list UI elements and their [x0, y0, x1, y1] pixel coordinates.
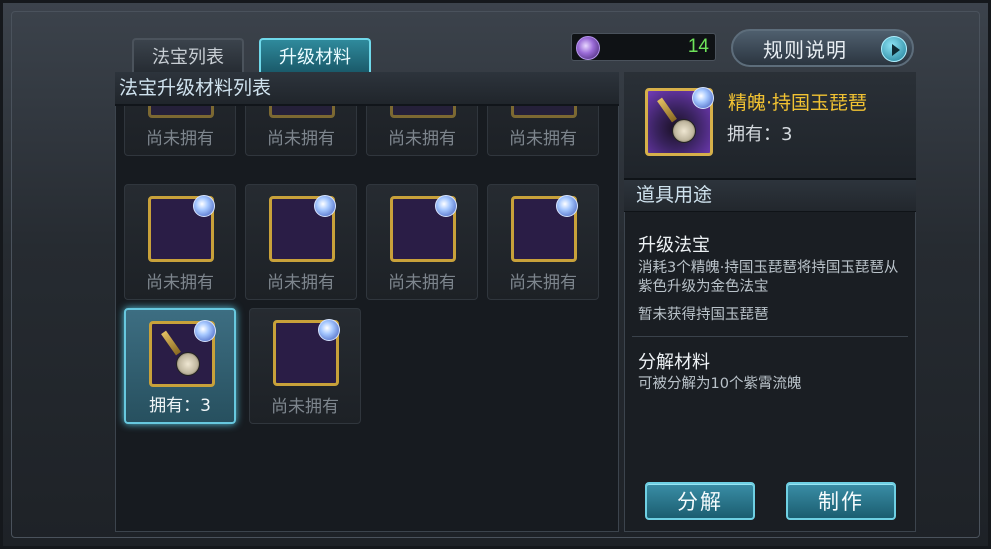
upgrade-section-title: 升级法宝 [638, 235, 710, 256]
item-name: 精魄·持国玉琵琶 [728, 92, 868, 114]
material-slot[interactable]: 尚未拥有 [245, 184, 357, 300]
pipa-icon [149, 320, 216, 387]
sword-icon [269, 195, 336, 262]
material-slot[interactable]: 尚未拥有 [487, 106, 599, 156]
jade-statue-icon [148, 195, 215, 262]
material-status: 尚未拥有 [146, 129, 214, 149]
orb-badge-icon [193, 195, 215, 217]
orb-badge-icon [314, 195, 336, 217]
usage-header: 道具用途 [624, 180, 916, 212]
materials-grid[interactable]: 尚未拥有 尚未拥有 尚未拥有 尚未拥有 尚未拥有 尚未拥有 尚未拥有 尚未拥有 … [115, 106, 619, 532]
material-icon [269, 106, 335, 118]
section-divider [632, 336, 908, 337]
orb-badge-icon [318, 319, 340, 341]
orb-badge-icon [692, 87, 714, 109]
currency-display: 14 [571, 33, 716, 61]
decompose-description: 可被分解为10个紫霄流魄 [638, 376, 802, 392]
material-status: 尚未拥有 [388, 273, 456, 293]
material-status: 尚未拥有 [146, 273, 214, 293]
material-slot[interactable]: 尚未拥有 [124, 184, 236, 300]
material-owned-count: 拥有：3 [149, 396, 211, 416]
tab-treasure-list[interactable]: 法宝列表 [132, 38, 244, 72]
material-slot[interactable]: 尚未拥有 [366, 106, 478, 156]
purple-orb-icon [576, 36, 600, 60]
materials-list-header: 法宝升级材料列表 [115, 72, 619, 106]
material-status: 尚未拥有 [267, 129, 335, 149]
orb-badge-icon [435, 195, 457, 217]
material-slot[interactable]: 尚未拥有 [245, 106, 357, 156]
orb-badge-icon [556, 195, 578, 217]
material-status: 尚未拥有 [271, 397, 339, 417]
material-status: 尚未拥有 [509, 273, 577, 293]
upgrade-status: 暂未获得持国玉琵琶 [638, 307, 769, 323]
material-slot[interactable]: 尚未拥有 [249, 308, 361, 424]
material-slot[interactable]: 尚未拥有 [487, 184, 599, 300]
selected-pipa-icon [645, 87, 714, 156]
play-arrow-icon [881, 36, 907, 62]
material-icon [511, 106, 577, 118]
rules-button[interactable]: 规则说明 [731, 29, 914, 67]
craft-button[interactable]: 制作 [786, 482, 896, 520]
banner-icon [511, 195, 578, 262]
material-status: 尚未拥有 [267, 273, 335, 293]
material-status: 尚未拥有 [509, 129, 577, 149]
material-status: 尚未拥有 [388, 129, 456, 149]
material-slot[interactable]: 尚未拥有 [124, 106, 236, 156]
orb-badge-icon [194, 320, 216, 342]
material-icon [148, 106, 214, 118]
item-owned-count: 拥有：3 [727, 124, 793, 145]
material-slot-selected[interactable]: 拥有：3 [124, 308, 236, 424]
dragon-icon [273, 319, 340, 386]
upgrade-description: 消耗3个精魄·持国玉琵琶将持国玉琵琶从紫色升级为金色法宝 [638, 260, 899, 295]
decompose-section-title: 分解材料 [638, 352, 710, 373]
tab-upgrade-materials[interactable]: 升级材料 [259, 38, 371, 72]
decompose-button[interactable]: 分解 [645, 482, 755, 520]
rules-button-label: 规则说明 [763, 37, 847, 62]
material-slot[interactable]: 尚未拥有 [366, 184, 478, 300]
currency-value: 14 [687, 36, 709, 57]
material-icon [390, 106, 456, 118]
blade-icon [390, 195, 457, 262]
